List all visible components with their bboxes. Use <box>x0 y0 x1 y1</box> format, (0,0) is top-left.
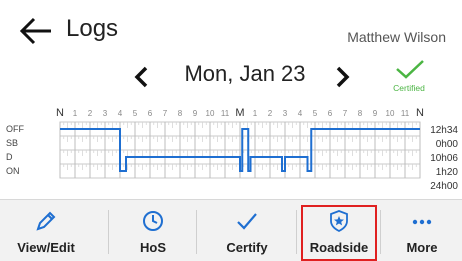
hour-label: 11 <box>401 109 410 118</box>
certified-status: Certified <box>393 83 425 93</box>
view-edit-label: View/Edit <box>17 240 75 255</box>
status-row-label: SB <box>6 138 18 148</box>
hour-label: 8 <box>178 109 183 118</box>
toolbar-divider <box>380 210 381 254</box>
status-total: 10h06 <box>430 153 458 164</box>
status-row-label: D <box>6 152 13 162</box>
status-total: 0h00 <box>436 139 459 150</box>
hour-label: M <box>235 107 244 119</box>
grand-total: 24h00 <box>430 181 458 192</box>
toolbar-divider <box>108 210 109 254</box>
next-day-button[interactable] <box>330 62 354 92</box>
certified-check-icon <box>393 58 427 80</box>
status-row-label: OFF <box>6 124 24 134</box>
roadside-highlight-box <box>301 205 377 261</box>
chevron-right-icon <box>336 66 350 88</box>
hour-label: 2 <box>268 109 273 118</box>
date-label: Mon, Jan 23 <box>184 61 306 86</box>
chevron-left-icon <box>134 66 148 88</box>
hour-label: 6 <box>148 109 153 118</box>
bottom-toolbar: View/Edit HoS Certify Roadside More <box>0 199 462 261</box>
certify-label: Certify <box>226 240 268 255</box>
pencil-icon <box>36 211 56 231</box>
hour-label: 7 <box>343 109 348 118</box>
more-button[interactable]: More <box>382 200 462 261</box>
hos-label: HoS <box>140 240 166 255</box>
hour-label: 1 <box>73 109 78 118</box>
log-grid: N 1 2 3 4 5 6 7 8 9 10 11 M 1 2 3 4 5 6 7 8 9 10 11 N OFF 12h34 SB 0… <box>0 98 462 198</box>
back-button[interactable] <box>18 16 54 46</box>
status-row-label: ON <box>6 166 20 176</box>
status-total: 12h34 <box>430 125 458 136</box>
view-edit-button[interactable]: View/Edit <box>0 200 92 261</box>
user-name: Matthew Wilson <box>347 29 446 45</box>
more-label: More <box>406 240 438 255</box>
more-icon <box>412 219 432 225</box>
hour-label: 5 <box>313 109 318 118</box>
hour-label: N <box>416 107 424 119</box>
toolbar-divider <box>296 210 297 254</box>
toolbar-divider <box>196 210 197 254</box>
arrow-left-icon <box>19 17 51 45</box>
hour-label: 10 <box>206 109 215 118</box>
hour-label: 9 <box>193 109 198 118</box>
hour-label: 10 <box>386 109 395 118</box>
page-title: Logs <box>66 15 119 42</box>
hour-label: 2 <box>88 109 93 118</box>
hour-label: 7 <box>163 109 168 118</box>
hour-label: 9 <box>373 109 378 118</box>
hour-label: 11 <box>221 109 230 118</box>
hos-button[interactable]: HoS <box>110 200 196 261</box>
hour-label: 3 <box>283 109 288 118</box>
hour-label: 4 <box>118 109 123 118</box>
duty-status-graph: N 1 2 3 4 5 6 7 8 9 10 11 M 1 2 3 4 5 6 7 8 9 10 11 NOFF 12h34SB 0… <box>6 107 459 192</box>
hour-label: 6 <box>328 109 333 118</box>
hour-label: N <box>56 107 64 119</box>
certify-button[interactable]: Certify <box>198 200 296 261</box>
previous-day-button[interactable] <box>130 62 154 92</box>
hour-label: 1 <box>253 109 258 118</box>
hour-label: 3 <box>103 109 108 118</box>
check-icon <box>237 213 257 230</box>
hour-label: 4 <box>298 109 303 118</box>
hour-label: 5 <box>133 109 138 118</box>
clock-icon <box>143 211 163 231</box>
hour-label: 8 <box>358 109 363 118</box>
app-header: Logs Matthew Wilson <box>0 0 462 56</box>
status-total: 1h20 <box>436 167 459 178</box>
